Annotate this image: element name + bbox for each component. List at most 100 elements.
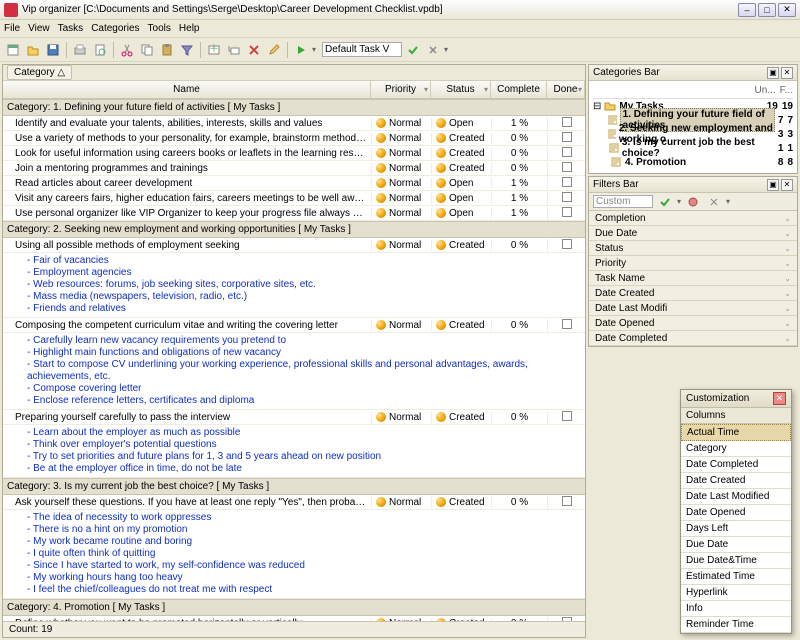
task-row[interactable]: Use a variety of methods to your persona… — [3, 131, 585, 146]
task-row[interactable]: Ask yourself these questions. If you hav… — [3, 495, 585, 510]
task-done[interactable] — [547, 207, 585, 220]
customization-item[interactable]: Actual Time — [681, 424, 791, 441]
filter-field[interactable]: Status⌄ — [589, 241, 797, 256]
menu-view[interactable]: View — [28, 23, 50, 34]
chevron-down-icon[interactable]: ⌄ — [784, 259, 791, 268]
print-preview-button[interactable] — [91, 41, 109, 59]
group-by-category-chip[interactable]: Category △ — [7, 65, 72, 80]
filter-field[interactable]: Date Last Modifi⌄ — [589, 301, 797, 316]
customization-item[interactable]: Due Date&Time — [681, 553, 791, 569]
task-row[interactable]: Preparing yourself carefully to pass the… — [3, 410, 585, 425]
customization-tab-columns[interactable]: Columns — [681, 408, 791, 424]
delete-task-button[interactable] — [245, 41, 263, 59]
menu-tasks[interactable]: Tasks — [58, 23, 84, 34]
chevron-down-icon[interactable]: ▾ — [484, 85, 488, 94]
filter-clear-button[interactable] — [705, 193, 723, 211]
filter-field[interactable]: Priority⌄ — [589, 256, 797, 271]
task-row[interactable]: Using all possible methods of employment… — [3, 238, 585, 253]
panel-pin-button[interactable]: ▣ — [767, 67, 779, 79]
category-header[interactable]: Category: 3. Is my current job the best … — [3, 478, 585, 495]
task-done[interactable] — [547, 177, 585, 190]
col-name[interactable]: Name — [3, 81, 371, 98]
customization-item[interactable]: Days Left — [681, 521, 791, 537]
tree-item[interactable]: 3. Is my current job the best choice?11 — [593, 141, 793, 155]
filter-field[interactable]: Task Name⌄ — [589, 271, 797, 286]
panel-close-button[interactable]: ✕ — [781, 179, 793, 191]
customization-item[interactable]: Estimated Time — [681, 569, 791, 585]
filter-field[interactable]: Completion⌄ — [589, 211, 797, 226]
apply-view-button[interactable] — [404, 41, 422, 59]
paste-button[interactable] — [158, 41, 176, 59]
menu-categories[interactable]: Categories — [91, 23, 139, 34]
filter-field[interactable]: Date Completed⌄ — [589, 331, 797, 346]
panel-pin-button[interactable]: ▣ — [767, 179, 779, 191]
maximize-button[interactable]: □ — [758, 3, 776, 17]
task-done[interactable] — [547, 192, 585, 205]
run-button[interactable] — [292, 41, 310, 59]
chevron-down-icon[interactable]: ⌄ — [784, 319, 791, 328]
filter-field[interactable]: Date Created⌄ — [589, 286, 797, 301]
col-complete[interactable]: Complete — [491, 81, 547, 98]
menu-tools[interactable]: Tools — [148, 23, 171, 34]
chevron-down-icon[interactable]: ▾ — [578, 85, 582, 94]
task-row[interactable]: Look for useful information using career… — [3, 146, 585, 161]
col-status[interactable]: Status▾ — [431, 81, 491, 98]
col-priority[interactable]: Priority▾ — [371, 81, 431, 98]
chevron-down-icon[interactable]: ⌄ — [784, 289, 791, 298]
customization-item[interactable]: Date Last Modified — [681, 489, 791, 505]
new-task-button[interactable]: ＋ — [205, 41, 223, 59]
chevron-down-icon[interactable]: ⌄ — [784, 274, 791, 283]
print-button[interactable] — [71, 41, 89, 59]
close-icon[interactable]: ✕ — [773, 392, 786, 405]
col-done[interactable]: Done▾ — [547, 81, 585, 98]
chevron-down-icon[interactable]: ⌄ — [784, 304, 791, 313]
task-done[interactable] — [547, 117, 585, 130]
customization-item[interactable]: Hyperlink — [681, 585, 791, 601]
task-row[interactable]: Composing the competent curriculum vitae… — [3, 318, 585, 333]
panel-close-button[interactable]: ✕ — [781, 67, 793, 79]
chevron-down-icon[interactable]: ⌄ — [784, 214, 791, 223]
close-button[interactable]: ✕ — [778, 3, 796, 17]
customization-item[interactable]: Info — [681, 601, 791, 617]
cut-button[interactable] — [118, 41, 136, 59]
chevron-down-icon[interactable]: ⌄ — [784, 229, 791, 238]
chevron-down-icon[interactable]: ⌄ — [784, 334, 791, 343]
edit-task-button[interactable] — [265, 41, 283, 59]
category-header[interactable]: Category: 4. Promotion [ My Tasks ] — [3, 599, 585, 616]
chevron-down-icon[interactable]: ▾ — [424, 85, 428, 94]
menu-file[interactable]: File — [4, 23, 20, 34]
customization-item[interactable]: Reminder Time — [681, 617, 791, 633]
chevron-down-icon[interactable]: ⌄ — [784, 244, 791, 253]
filter-button[interactable] — [178, 41, 196, 59]
task-done[interactable] — [547, 239, 585, 252]
task-row[interactable]: Identify and evaluate your talents, abil… — [3, 116, 585, 131]
task-row[interactable]: Join a mentoring programmes and training… — [3, 161, 585, 176]
save-button[interactable] — [44, 41, 62, 59]
task-row[interactable]: Use personal organizer like VIP Organize… — [3, 206, 585, 221]
customization-item[interactable]: Date Completed — [681, 457, 791, 473]
category-header[interactable]: Category: 2. Seeking new employment and … — [3, 221, 585, 238]
task-done[interactable] — [547, 496, 585, 509]
menu-help[interactable]: Help — [179, 23, 200, 34]
minus-icon[interactable]: ⊟ — [593, 101, 601, 112]
minimize-button[interactable]: – — [738, 3, 756, 17]
category-header[interactable]: Category: 1. Defining your future field … — [3, 99, 585, 116]
task-done[interactable] — [547, 147, 585, 160]
task-done[interactable] — [547, 319, 585, 332]
customization-popup[interactable]: Customization ✕ Columns Actual TimeCateg… — [680, 389, 792, 634]
categories-tree[interactable]: Un... F... ⊟ My Tasks 1919 1. Defining y… — [589, 81, 797, 173]
task-row[interactable]: Visit any careers fairs, higher educatio… — [3, 191, 585, 206]
customization-item[interactable]: Date Created — [681, 473, 791, 489]
customization-item[interactable]: Category — [681, 441, 791, 457]
task-done[interactable] — [547, 162, 585, 175]
customization-item[interactable]: Due Date — [681, 537, 791, 553]
task-done[interactable] — [547, 132, 585, 145]
filter-apply-button[interactable] — [656, 193, 674, 211]
customization-item[interactable]: Date Opened — [681, 505, 791, 521]
task-row[interactable]: Read articles about career developmentNo… — [3, 176, 585, 191]
task-done[interactable] — [547, 411, 585, 424]
clear-view-button[interactable] — [424, 41, 442, 59]
open-button[interactable] — [24, 41, 42, 59]
grid-body[interactable]: Category: 1. Defining your future field … — [3, 99, 585, 621]
new-db-button[interactable] — [4, 41, 22, 59]
